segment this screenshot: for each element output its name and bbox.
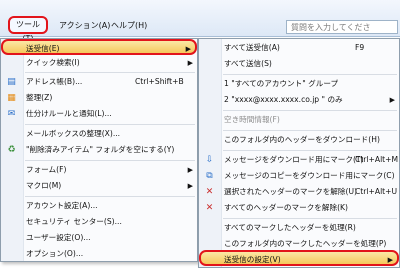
menu-item-shortcut: Ctrl+Alt+U	[355, 187, 398, 196]
submenu-item-mark-copy-download[interactable]: ⧉ メッセージのコピーをダウンロード用にマーク(C)	[199, 168, 399, 184]
submenu-item-account-only[interactable]: 2 "xxxx@xxxx.xxxx.co.jp " のみ ▶	[199, 92, 399, 108]
menu-item-empty-deleted[interactable]: ♻ "削除済みアイテム" フォルダを空にする(Y)	[1, 142, 197, 158]
menu-item-account-settings[interactable]: アカウント設定(A)...	[1, 198, 197, 214]
menu-item-label: 送受信の設定(V)	[224, 255, 281, 264]
menu-bar: ツール(T) アクション(A) ヘルプ(H) 質問を入力してくださ	[0, 0, 400, 43]
menu-item-trust-center[interactable]: セキュリティ センター(S)...	[1, 214, 197, 230]
submenu-arrow-icon: ▶	[387, 256, 393, 264]
submenu-item-unmark-all[interactable]: ✕ すべてのヘッダーのマークを解除(K)	[199, 200, 399, 216]
submenu-arrow-icon: ▶	[187, 59, 193, 67]
menu-item-shortcut: F9	[355, 43, 365, 52]
menu-item-mailbox-cleanup[interactable]: メールボックスの整理(X)...	[1, 126, 197, 142]
menu-item-label: セキュリティ センター(S)...	[26, 217, 122, 226]
menu-separator	[25, 72, 195, 73]
menu-item-label: クイック検索(I)	[26, 58, 80, 67]
submenu-arrow-icon: ▶	[187, 166, 193, 174]
menu-item-customize[interactable]: ユーザー設定(O)...	[1, 230, 197, 246]
menu-item-label: すべて送信(S)	[224, 59, 272, 68]
menu-item-label: ユーザー設定(O)...	[26, 233, 91, 242]
menu-item-label: アカウント設定(A)...	[26, 201, 98, 210]
menu-item-quick-search[interactable]: クイック検索(I) ▶	[1, 55, 197, 71]
menu-item-label: すべてのマークしたヘッダーを処理(R)	[224, 223, 356, 232]
menu-separator	[25, 124, 195, 125]
mark-copy-icon: ⧉	[206, 171, 213, 181]
submenu-arrow-icon: ▶	[187, 182, 193, 190]
send-receive-submenu: すべて送受信(A) F9 すべて送信(S) 1 "すべてのアカウント" グループ…	[198, 38, 400, 268]
recycle-icon: ♻	[7, 145, 16, 155]
menu-item-label: 1 "すべてのアカウント" グループ	[224, 79, 339, 88]
menu-item-label: 空き時間情報(F)	[224, 115, 280, 124]
organize-icon: ▦	[7, 93, 16, 103]
menu-item-shortcut: Ctrl+Shift+B	[135, 77, 184, 86]
menu-item-label: "削除済みアイテム" フォルダを空にする(Y)	[26, 145, 175, 154]
menu-item-options[interactable]: オプション(O)...	[1, 246, 197, 262]
menu-item-label: メールボックスの整理(X)...	[26, 129, 121, 138]
submenu-item-unmark-selected[interactable]: ✕ 選択されたヘッダーのマークを解除(U) Ctrl+Alt+U	[199, 184, 399, 200]
menu-item-label: 2 "xxxx@xxxx.xxxx.co.jp " のみ	[224, 95, 343, 104]
submenu-item-mark-download[interactable]: ⇩ メッセージをダウンロード用にマーク(T) Ctrl+Alt+M	[199, 152, 399, 168]
menu-separator	[223, 110, 397, 111]
menu-separator	[25, 196, 195, 197]
menu-item-shortcut: Ctrl+Alt+M	[355, 155, 399, 164]
menu-item-label: すべてのヘッダーのマークを解除(K)	[224, 203, 348, 212]
menu-item-label: 整理(Z)	[26, 93, 53, 102]
submenu-item-free-busy: 空き時間情報(F)	[199, 112, 399, 128]
menu-item-send-receive[interactable]: 送受信(E) ▶	[1, 39, 197, 55]
menu-item-label: メッセージをダウンロード用にマーク(T)	[224, 155, 364, 164]
submenu-item-all-accounts-group[interactable]: 1 "すべてのアカウント" グループ	[199, 76, 399, 92]
unmark-icon: ✕	[205, 187, 214, 197]
menu-help[interactable]: ヘルプ(H)	[108, 19, 150, 33]
submenu-item-send-receive-all[interactable]: すべて送受信(A) F9	[199, 40, 399, 56]
menu-item-macro[interactable]: マクロ(M) ▶	[1, 178, 197, 194]
menu-separator	[223, 218, 397, 219]
menu-item-label: フォーム(F)	[26, 165, 67, 174]
help-search-input[interactable]: 質問を入力してくださ	[286, 20, 398, 34]
mark-download-icon: ⇩	[205, 155, 214, 165]
submenu-arrow-icon: ▶	[389, 96, 395, 104]
menu-separator	[223, 130, 397, 131]
address-book-icon: ▤	[7, 77, 16, 87]
menu-item-label: 仕分けルールと通知(L)...	[26, 109, 112, 118]
menu-item-label: すべて送受信(A)	[224, 43, 280, 52]
menu-separator	[223, 150, 397, 151]
menu-item-label: 選択されたヘッダーのマークを解除(U)	[224, 187, 357, 196]
menu-item-rules-alerts[interactable]: ✉ 仕分けルールと通知(L)...	[1, 106, 197, 122]
submenu-item-send-all[interactable]: すべて送信(S)	[199, 56, 399, 72]
menu-tools[interactable]: ツール(T)	[8, 16, 48, 43]
menu-separator	[223, 74, 397, 75]
submenu-item-process-all-marked[interactable]: すべてのマークしたヘッダーを処理(R)	[199, 220, 399, 236]
menu-item-label: アドレス帳(B)...	[26, 77, 83, 86]
rules-icon: ✉	[7, 109, 16, 119]
menu-item-label: このフォルダ内のヘッダーをダウンロード(H)	[224, 135, 380, 144]
submenu-item-send-receive-settings[interactable]: 送受信の設定(V) ▶	[199, 250, 399, 266]
menu-separator	[25, 160, 195, 161]
menu-item-label: マクロ(M)	[26, 181, 62, 190]
menu-item-organize[interactable]: ▦ 整理(Z)	[1, 90, 197, 106]
menu-item-label: オプション(O)...	[26, 249, 84, 258]
menu-item-label: メッセージのコピーをダウンロード用にマーク(C)	[224, 171, 395, 180]
menu-item-forms[interactable]: フォーム(F) ▶	[1, 162, 197, 178]
tools-menu: 送受信(E) ▶ クイック検索(I) ▶ ▤ アドレス帳(B)... Ctrl+…	[0, 38, 198, 262]
menu-item-address-book[interactable]: ▤ アドレス帳(B)... Ctrl+Shift+B	[1, 74, 197, 90]
menu-action[interactable]: アクション(A)	[56, 19, 113, 33]
submenu-item-download-headers[interactable]: このフォルダ内のヘッダーをダウンロード(H)	[199, 132, 399, 148]
unmark-all-icon: ✕	[205, 203, 214, 213]
